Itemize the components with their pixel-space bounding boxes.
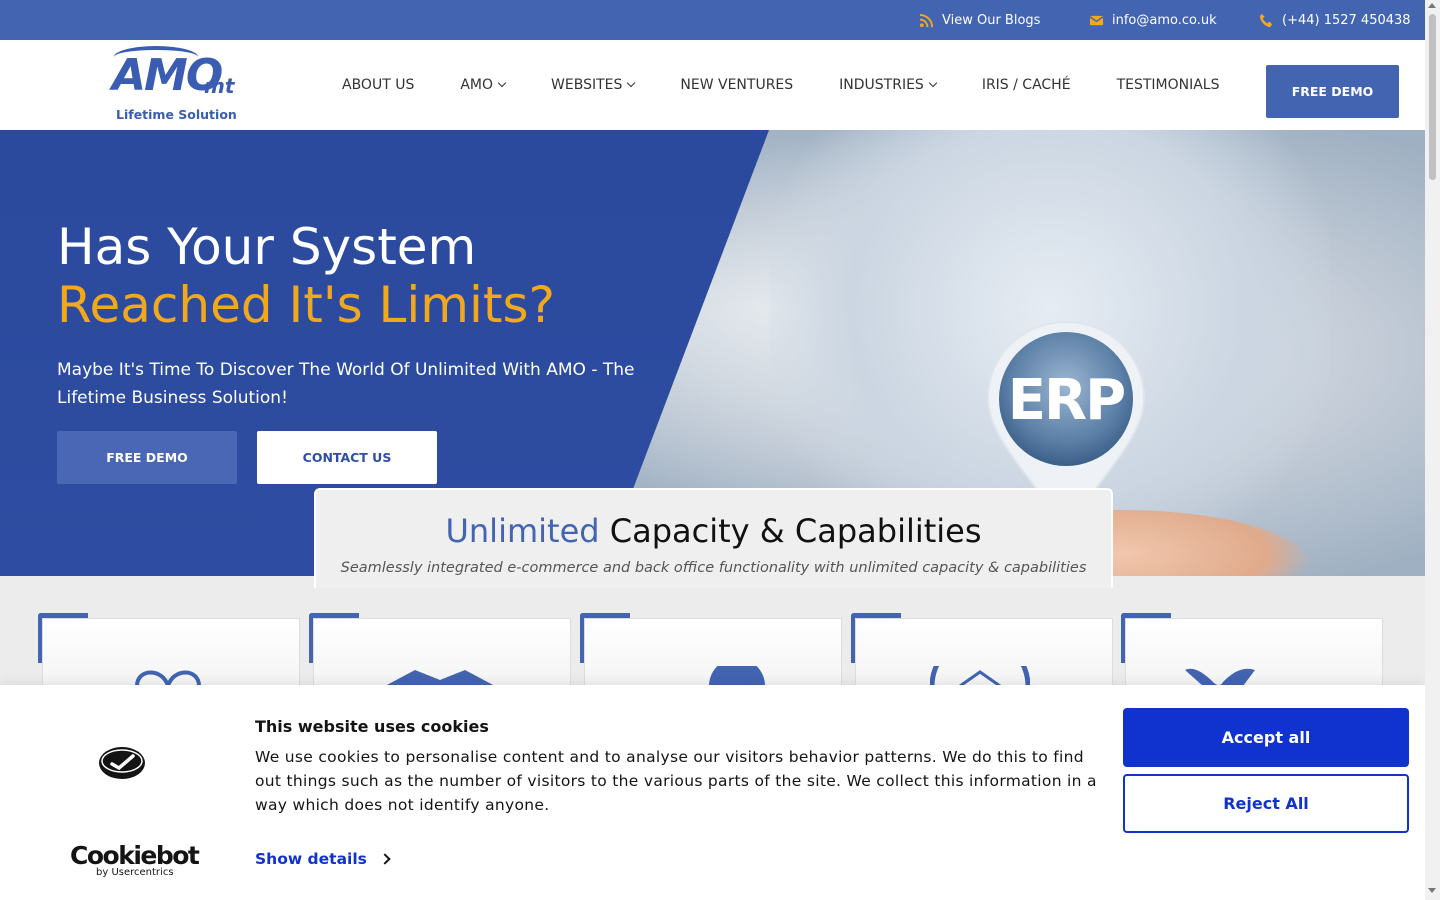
nav-label: WEBSITES (551, 77, 623, 93)
nav-industries[interactable]: INDUSTRIES (839, 77, 938, 93)
hero-title-line1: Has Your System (57, 218, 477, 276)
phone-label: (+44) 1527 450438 (1282, 12, 1411, 28)
hero-free-demo-button[interactable]: FREE DEMO (57, 431, 237, 484)
show-details-label: Show details (255, 850, 367, 868)
nav-websites[interactable]: WEBSITES (551, 77, 636, 93)
chevron-down-icon (627, 78, 636, 88)
boxes-icon (385, 670, 495, 686)
email-label: info@amo.co.uk (1112, 12, 1217, 28)
capacity-title: Unlimited Capacity & Capabilities (316, 512, 1111, 550)
nav-label: IRIS / CACHÉ (981, 77, 1071, 93)
main-nav: ABOUT US AMO WEBSITES NEW VENTURES INDUS… (342, 40, 1266, 130)
nav-label: TESTIMONIALS (1116, 77, 1220, 93)
phone-icon (1259, 13, 1273, 27)
infinity-icon (135, 670, 201, 686)
header-free-demo-button[interactable]: FREE DEMO (1266, 65, 1399, 118)
hero-contact-us-button[interactable]: CONTACT US (257, 431, 437, 484)
blogs-link[interactable]: View Our Blogs (919, 0, 1040, 40)
phone-link[interactable]: (+44) 1527 450438 (1259, 0, 1411, 40)
nav-label: AMO (460, 77, 494, 93)
cookie-title: This website uses cookies (255, 717, 489, 736)
rss-icon (919, 13, 934, 27)
show-details-link[interactable]: Show details (255, 850, 391, 868)
cookiebot-brand: Cookiebot by Usercentrics (70, 841, 200, 879)
tools-icon (1185, 668, 1255, 686)
amo-logo[interactable]: AMO mt Lifetime Solution (112, 46, 242, 126)
cookiebot-brand-name: Cookiebot (70, 841, 200, 870)
logo-suffix: mt (204, 74, 235, 98)
nav-label: INDUSTRIES (839, 77, 924, 93)
cookiebot-logo-icon (99, 747, 145, 779)
cookiebot-brand-sub: by Usercentrics (96, 867, 174, 878)
envelope-icon (1089, 15, 1104, 25)
nav-testimonials[interactable]: TESTIMONIALS (1117, 77, 1220, 93)
accept-all-button[interactable]: Accept all (1123, 708, 1409, 767)
cookie-banner: Cookiebot by Usercentrics This website u… (0, 685, 1425, 900)
pin-label: ERP (1008, 368, 1124, 433)
scrollbar-thumb[interactable] (1429, 14, 1436, 180)
logo-tagline: Lifetime Solution (116, 107, 237, 122)
scroll-down-arrow-icon[interactable] (1428, 888, 1436, 893)
chevron-down-icon (497, 78, 507, 88)
user-icon (709, 666, 765, 686)
hero-title-line2: Reached It's Limits? (57, 276, 556, 334)
hero-subtitle: Maybe It's Time To Discover The World Of… (57, 360, 635, 408)
reject-all-button[interactable]: Reject All (1123, 774, 1409, 833)
site-header: AMO mt Lifetime Solution ABOUT US AMO WE… (0, 40, 1425, 130)
nav-label: ABOUT US (342, 77, 415, 93)
capacity-subtitle: Seamlessly integrated e-commerce and bac… (340, 560, 1087, 576)
chevron-right-icon (379, 853, 391, 865)
nav-iris-cache[interactable]: IRIS / CACHÉ (982, 77, 1071, 93)
chevron-down-icon (928, 78, 938, 88)
email-link[interactable]: info@amo.co.uk (1089, 0, 1217, 40)
globe-icon (930, 666, 1030, 686)
nav-new-ventures[interactable]: NEW VENTURES (680, 77, 793, 93)
page-scrollbar[interactable] (1425, 0, 1440, 900)
capacity-card: Unlimited Capacity & Capabilities Seamle… (314, 488, 1113, 588)
top-bar: View Our Blogs info@amo.co.uk (+44) 1527… (0, 0, 1425, 40)
capacity-title-highlight: Unlimited (445, 512, 600, 550)
nav-label: NEW VENTURES (680, 77, 794, 93)
nav-amo[interactable]: AMO (460, 77, 507, 93)
nav-about-us[interactable]: ABOUT US (342, 77, 414, 93)
cookie-text: We use cookies to personalise content an… (255, 748, 1097, 814)
blogs-label: View Our Blogs (942, 12, 1041, 28)
capacity-title-rest: Capacity & Capabilities (599, 512, 982, 550)
scroll-up-arrow-icon[interactable] (1428, 3, 1436, 8)
